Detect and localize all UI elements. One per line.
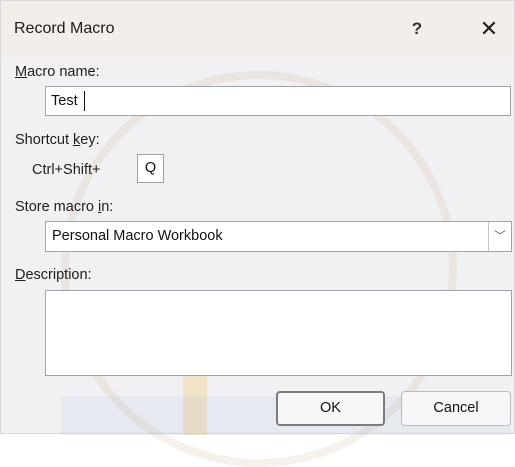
shortcut-key-label: Shortcut key: [15,132,100,148]
shortcut-prefix: Ctrl+Shift+ [32,162,101,178]
dialog-title: Record Macro [14,20,115,37]
store-macro-select[interactable]: Personal Macro Workbook ﹀ [45,221,512,252]
chevron-down-icon[interactable]: ﹀ [488,222,511,251]
description-label: Description: [15,267,92,283]
close-icon: ✕ [479,16,499,41]
store-macro-label: Store macro in: [15,199,114,215]
store-macro-value: Personal Macro Workbook [52,228,223,244]
shortcut-key-input[interactable]: Q [137,154,164,183]
description-textarea[interactable] [45,290,512,376]
title-bar: Record Macro ? ✕ [1,1,514,57]
macro-name-input[interactable] [45,86,511,116]
close-button[interactable]: ✕ [475,14,503,44]
help-button[interactable]: ? [405,17,429,41]
text-caret [84,91,85,111]
ok-button[interactable]: OK [276,391,385,426]
macro-name-label: Macro name: [15,64,100,80]
cancel-button[interactable]: Cancel [401,391,511,426]
record-macro-dialog: Record Macro ? ✕ Macro name: Shortcut ke… [0,0,515,467]
